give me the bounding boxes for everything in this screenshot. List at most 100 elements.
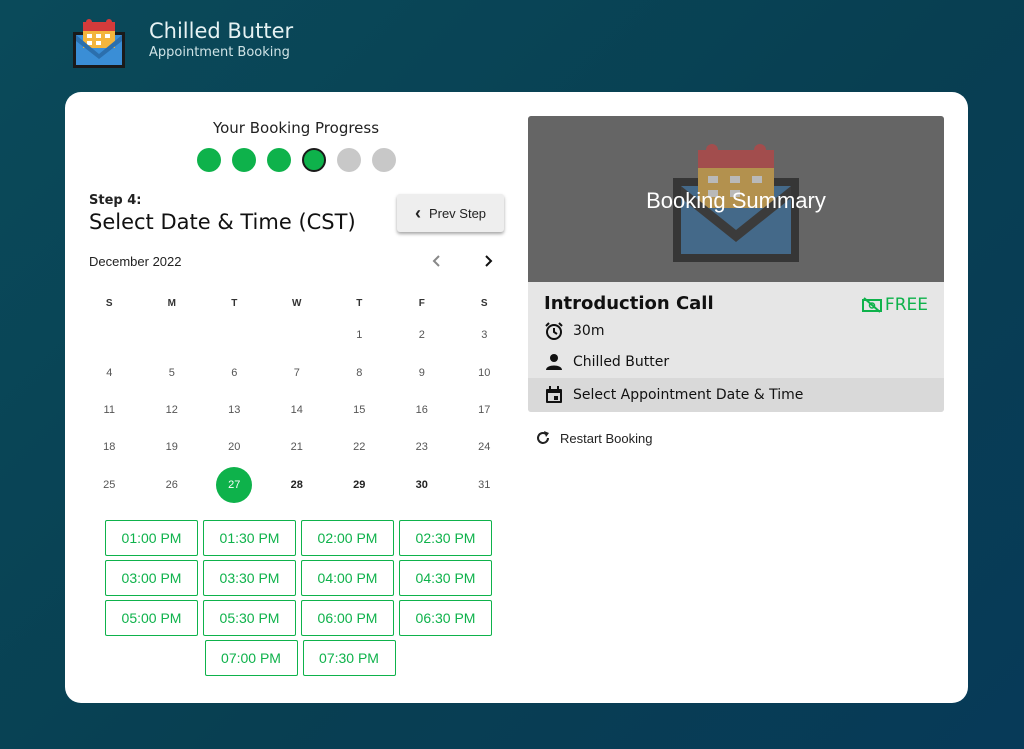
calendar-day: 2 — [391, 317, 454, 354]
calendar-day: 4 — [78, 355, 141, 392]
calendar-day: 10 — [453, 355, 516, 392]
appointment-name: Introduction Call — [544, 293, 714, 314]
app-subtitle: Appointment Booking — [149, 45, 290, 60]
prev-step-button[interactable]: ‹ Prev Step — [397, 194, 504, 232]
brand-logo — [70, 14, 128, 70]
calendar-day-number: 24 — [478, 441, 491, 454]
calendar-day-number: 28 — [290, 478, 303, 491]
calendar-day: 17 — [453, 392, 516, 429]
progress-dot-4 — [302, 148, 326, 172]
calendar-day[interactable]: 28 — [266, 467, 329, 504]
time-slot-button[interactable]: 04:30 PM — [399, 560, 492, 596]
time-slot-button[interactable]: 01:00 PM — [105, 520, 198, 556]
calendar-day-number: 22 — [353, 441, 366, 454]
calendar-day-number: 1 — [356, 329, 363, 342]
time-slot-button[interactable]: 01:30 PM — [203, 520, 296, 556]
calendar-next-month-button[interactable] — [477, 250, 499, 272]
booking-summary-panel: Booking Summary Introduction Call FREE 3… — [528, 116, 944, 412]
calendar-day: 16 — [391, 392, 454, 429]
prev-step-label: Prev Step — [428, 205, 487, 221]
calendar-empty-cell — [78, 317, 141, 354]
calendar-day: 14 — [266, 392, 329, 429]
calendar-day: 6 — [203, 355, 266, 392]
duration-row: 30m — [544, 321, 604, 341]
progress-dot-2 — [232, 148, 256, 172]
time-slot-button[interactable]: 06:30 PM — [399, 600, 492, 636]
calendar-empty-cell — [141, 317, 204, 354]
time-slot-button[interactable]: 06:00 PM — [301, 600, 394, 636]
weekday-label: T — [356, 297, 363, 309]
calendar-day-number: 17 — [478, 403, 491, 416]
progress-dot-5 — [337, 148, 361, 172]
calendar-day[interactable]: 29 — [328, 467, 391, 504]
chevron-right-icon — [485, 255, 493, 267]
no-money-icon — [861, 297, 882, 313]
calendar-day[interactable]: 30 — [391, 467, 454, 504]
calendar-day-number: 6 — [231, 366, 238, 379]
time-slot-button[interactable]: 03:30 PM — [203, 560, 296, 596]
calendar-day: 15 — [328, 392, 391, 429]
time-slot-row: 01:00 PM 01:30 PM 02:00 PM 02:30 PM — [105, 520, 495, 556]
calendar-day-number: 30 — [415, 478, 428, 491]
time-slot-row: 05:00 PM 05:30 PM 06:00 PM 06:30 PM — [105, 600, 495, 636]
time-slot-button[interactable]: 05:00 PM — [105, 600, 198, 636]
calendar-day: 9 — [391, 355, 454, 392]
calendar-week-row: 18 19 20 21 22 23 24 — [78, 429, 518, 466]
calendar-week-row: 25 26 27 28 29 30 31 — [78, 467, 518, 504]
provider-name: Chilled Butter — [573, 354, 670, 370]
alarm-clock-icon — [545, 322, 563, 340]
calendar-day-number: 31 — [478, 478, 491, 491]
calendar-month-label: December 2022 — [89, 254, 182, 269]
calendar-day: 7 — [266, 355, 329, 392]
calendar-day-number: 23 — [415, 441, 428, 454]
calendar-day: 8 — [328, 355, 391, 392]
calendar-day-number: 21 — [290, 441, 303, 454]
calendar-day-number: 15 — [353, 403, 366, 416]
time-slot-grid: 01:00 PM 01:30 PM 02:00 PM 02:30 PM 03:00 PM… — [105, 520, 495, 680]
weekday-label: S — [480, 297, 488, 309]
calendar-day: 1 — [328, 317, 391, 354]
calendar-day: 26 — [141, 467, 204, 504]
calendar-prev-month-button[interactable] — [426, 250, 448, 272]
time-slot-button[interactable]: 07:30 PM — [302, 640, 396, 676]
calendar-day: 21 — [266, 429, 329, 466]
time-slot-button[interactable]: 04:00 PM — [301, 560, 394, 596]
progress-dot-3 — [267, 148, 291, 172]
calendar-empty-cell — [266, 317, 329, 354]
time-slot-button[interactable]: 05:30 PM — [203, 600, 296, 636]
calendar-weekday-header: SMTWTFS — [78, 289, 518, 317]
calendar-day: 24 — [453, 429, 516, 466]
calendar-day-number: 25 — [103, 478, 116, 491]
calendar-day[interactable]: 27 — [203, 467, 266, 504]
calendar-day-number: 20 — [228, 441, 241, 454]
time-slot-button[interactable]: 07:00 PM — [204, 640, 298, 676]
calendar-day: 11 — [78, 392, 141, 429]
provider-row: Chilled Butter — [544, 352, 669, 372]
weekday-label: S — [105, 297, 113, 309]
step-label: Step 4: — [89, 193, 142, 208]
chevron-left-icon: ‹ — [414, 203, 421, 223]
calendar-day: 5 — [141, 355, 204, 392]
time-slot-button[interactable]: 03:00 PM — [105, 560, 198, 596]
calendar-day: 23 — [391, 429, 454, 466]
calendar-day: 31 — [453, 467, 516, 504]
calendar-day-number: 8 — [356, 366, 363, 379]
restart-booking-link[interactable]: Restart Booking — [535, 430, 653, 446]
time-slot-button[interactable]: 02:30 PM — [399, 520, 492, 556]
weekday-label: M — [167, 297, 176, 309]
calendar-day-number: 9 — [418, 366, 425, 379]
time-slot-button[interactable]: 02:00 PM — [301, 520, 394, 556]
calendar-day-number: 10 — [478, 366, 491, 379]
price-badge: FREE — [861, 295, 928, 315]
calendar-day: 13 — [203, 392, 266, 429]
calendar-week-row: 1 2 3 — [78, 317, 518, 354]
progress-dots — [197, 148, 396, 172]
calendar-day: 18 — [78, 429, 141, 466]
calendar-day: 3 — [453, 317, 516, 354]
calendar-day-number: 29 — [353, 478, 366, 491]
calendar-day-number: 3 — [481, 329, 488, 342]
calendar-day-number: 16 — [415, 403, 428, 416]
calendar-day-number: 13 — [228, 403, 241, 416]
chevron-left-icon — [432, 255, 440, 267]
progress-dot-1 — [197, 148, 221, 172]
